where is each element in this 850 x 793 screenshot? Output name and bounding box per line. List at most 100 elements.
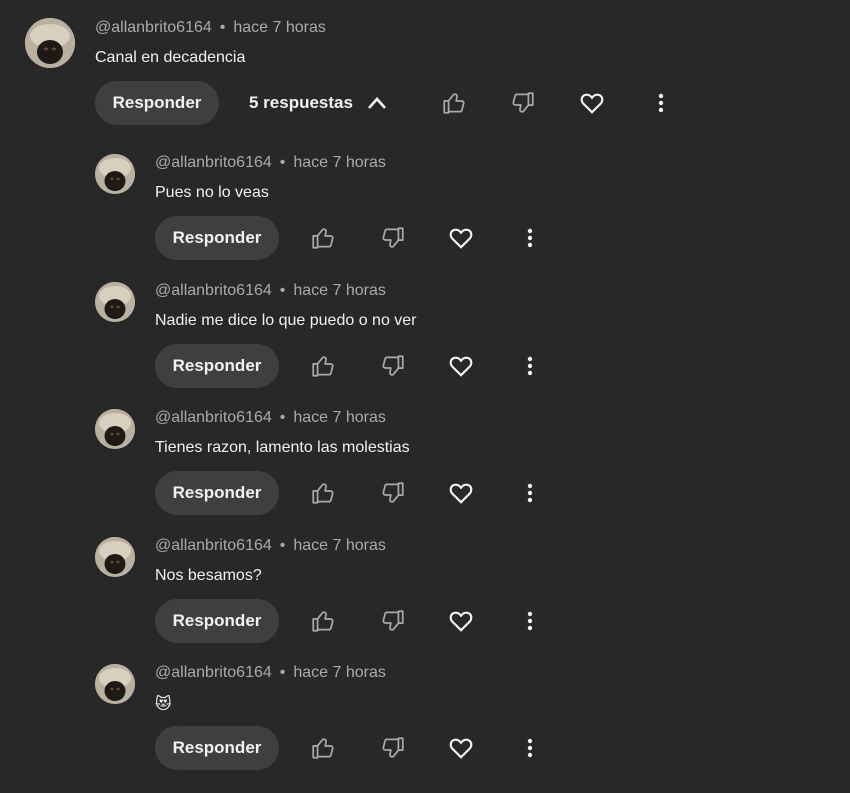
more-options-button[interactable] [512, 603, 548, 639]
thumbs-down-icon [382, 355, 404, 376]
like-button[interactable] [305, 348, 341, 384]
heart-button[interactable] [443, 475, 479, 511]
replies-count-label: 5 respuestas [249, 93, 353, 112]
replies-toggle-button[interactable]: 5 respuestas [249, 93, 387, 113]
separator-dot: • [279, 154, 286, 171]
heart-icon [449, 738, 473, 759]
more-vert-icon [527, 356, 533, 376]
timestamp[interactable]: hace 7 horas [293, 282, 386, 299]
author-name[interactable]: @allanbrito6164 [155, 409, 272, 426]
more-vert-icon [527, 483, 533, 503]
comment-text: Nos besamos? [155, 567, 262, 584]
reply-button[interactable]: Responder [155, 726, 279, 770]
heart-icon [449, 356, 473, 377]
avatar[interactable] [95, 664, 135, 704]
author-name[interactable]: @allanbrito6164 [155, 154, 272, 171]
like-button[interactable] [305, 475, 341, 511]
more-options-button[interactable] [512, 475, 548, 511]
avatar-image [95, 537, 135, 577]
more-options-button[interactable] [512, 220, 548, 256]
thumbs-down-icon [382, 227, 404, 248]
heart-button[interactable] [443, 220, 479, 256]
more-options-button[interactable] [512, 348, 548, 384]
thumbs-up-icon [312, 611, 334, 632]
thumbs-down-icon [382, 482, 404, 503]
thumbs-up-icon [312, 738, 334, 759]
author-name[interactable]: @allanbrito6164 [155, 664, 272, 681]
chevron-up-icon [367, 97, 386, 109]
author-name[interactable]: @allanbrito6164 [95, 19, 212, 36]
like-button[interactable] [305, 220, 341, 256]
avatar[interactable] [95, 282, 135, 322]
reply-button[interactable]: Responder [155, 599, 279, 643]
heart-icon [449, 228, 473, 249]
avatar-image [95, 409, 135, 449]
comment-text: Canal en decadencia [95, 49, 246, 66]
comment-text: 😻 [155, 694, 172, 713]
separator-dot: • [279, 282, 286, 299]
heart-button[interactable] [443, 730, 479, 766]
more-vert-icon [658, 93, 664, 113]
avatar-image [25, 18, 75, 68]
dislike-button[interactable] [375, 603, 411, 639]
thumbs-down-icon [512, 92, 534, 113]
reply-button[interactable]: Responder [155, 216, 279, 260]
timestamp[interactable]: hace 7 horas [293, 409, 386, 426]
comment-meta: @allanbrito6164 • hace 7 horas [155, 154, 386, 172]
thumbs-down-icon [382, 737, 404, 758]
more-options-button[interactable] [643, 85, 679, 121]
dislike-button[interactable] [375, 730, 411, 766]
thumbs-up-icon [443, 93, 465, 114]
avatar-image [95, 664, 135, 704]
thumbs-up-icon [312, 228, 334, 249]
like-button[interactable] [436, 85, 472, 121]
dislike-button[interactable] [375, 475, 411, 511]
comment-thread: @allanbrito6164 • hace 7 horas Canal en de… [0, 0, 850, 793]
separator-dot: • [279, 409, 286, 426]
avatar[interactable] [25, 18, 75, 68]
comment-meta: @allanbrito6164 • hace 7 horas [155, 282, 386, 300]
comment-text: Nadie me dice lo que puedo o no ver [155, 312, 417, 329]
comment-meta: @allanbrito6164 • hace 7 horas [155, 409, 386, 427]
author-name[interactable]: @allanbrito6164 [155, 282, 272, 299]
reply-button[interactable]: Responder [155, 344, 279, 388]
thumbs-down-icon [382, 610, 404, 631]
avatar-image [95, 154, 135, 194]
heart-button[interactable] [574, 85, 610, 121]
separator-dot: • [219, 19, 226, 36]
comment-text: Tienes razon, lamento las molestias [155, 439, 410, 456]
more-vert-icon [527, 228, 533, 248]
more-vert-icon [527, 611, 533, 631]
separator-dot: • [279, 537, 286, 554]
reply-button[interactable]: Responder [95, 81, 219, 125]
heart-button[interactable] [443, 603, 479, 639]
heart-icon [449, 483, 473, 504]
comment-text: Pues no lo veas [155, 184, 269, 201]
comment-meta: @allanbrito6164 • hace 7 horas [155, 664, 386, 682]
timestamp[interactable]: hace 7 horas [293, 154, 386, 171]
separator-dot: • [279, 664, 286, 681]
timestamp[interactable]: hace 7 horas [293, 664, 386, 681]
avatar[interactable] [95, 537, 135, 577]
heart-button[interactable] [443, 348, 479, 384]
like-button[interactable] [305, 730, 341, 766]
avatar-image [95, 282, 135, 322]
dislike-button[interactable] [505, 85, 541, 121]
timestamp[interactable]: hace 7 horas [233, 19, 326, 36]
reply-button[interactable]: Responder [155, 471, 279, 515]
avatar[interactable] [95, 154, 135, 194]
thumbs-up-icon [312, 483, 334, 504]
comment-meta: @allanbrito6164 • hace 7 horas [155, 537, 386, 555]
author-name[interactable]: @allanbrito6164 [155, 537, 272, 554]
heart-icon [449, 611, 473, 632]
timestamp[interactable]: hace 7 horas [293, 537, 386, 554]
heart-icon [580, 93, 604, 114]
dislike-button[interactable] [375, 348, 411, 384]
comment-meta: @allanbrito6164 • hace 7 horas [95, 19, 326, 37]
more-vert-icon [527, 738, 533, 758]
avatar[interactable] [95, 409, 135, 449]
like-button[interactable] [305, 603, 341, 639]
thumbs-up-icon [312, 356, 334, 377]
more-options-button[interactable] [512, 730, 548, 766]
dislike-button[interactable] [375, 220, 411, 256]
